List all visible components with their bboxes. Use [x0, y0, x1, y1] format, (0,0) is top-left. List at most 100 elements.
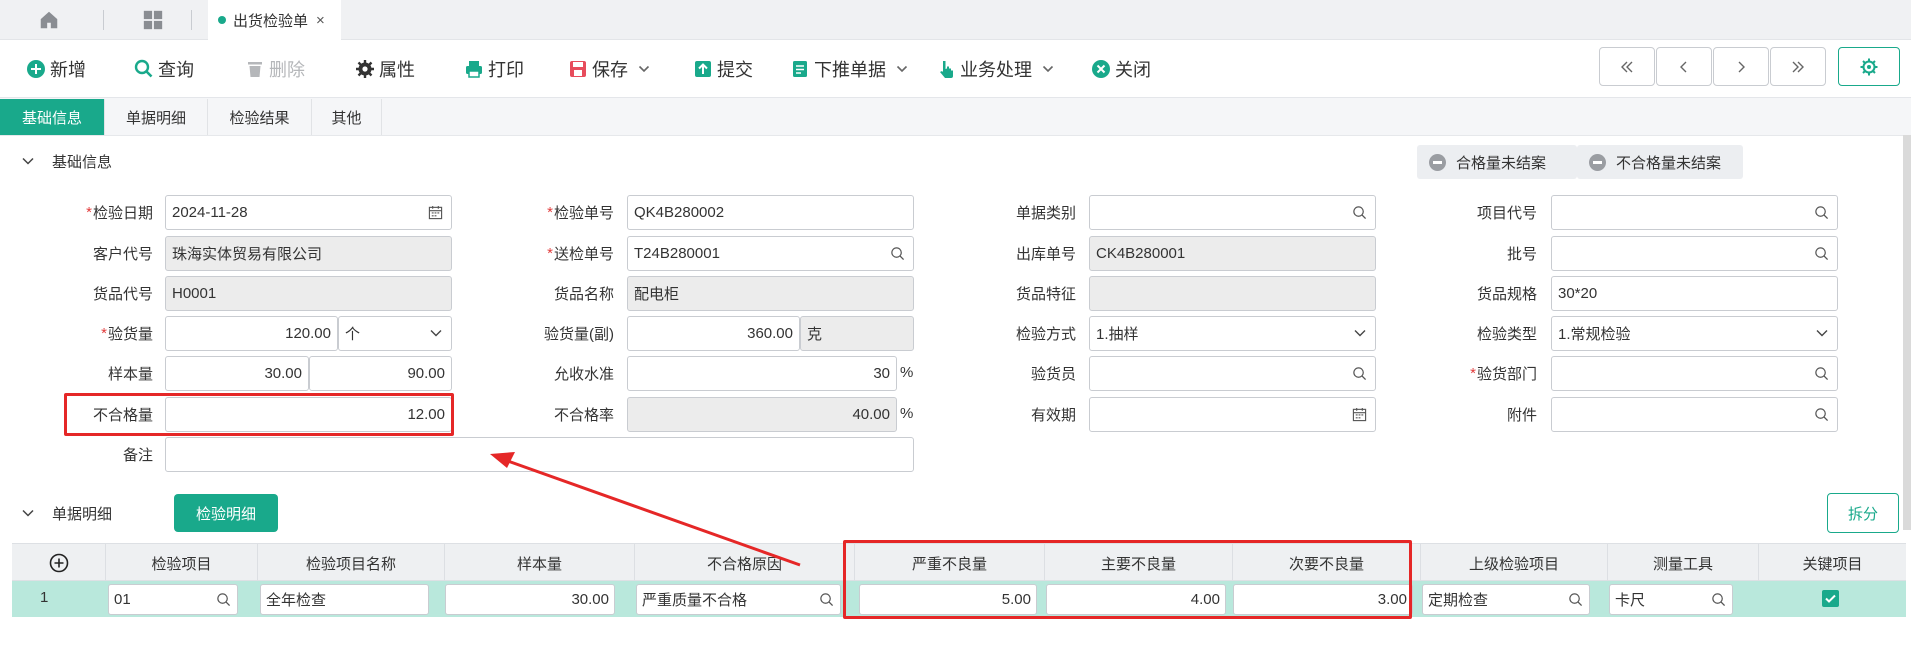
row-sample-cell[interactable]: 30.00 — [445, 584, 615, 615]
print-button[interactable]: 打印 — [464, 56, 524, 82]
submit-button[interactable]: 提交 — [693, 56, 753, 82]
defect-rate-field[interactable]: 40.00 — [627, 397, 897, 432]
push-down-button[interactable]: 下推单据 — [790, 56, 912, 82]
batch-field[interactable] — [1551, 236, 1838, 271]
col-parent-item[interactable]: 上级检验项目 — [1421, 544, 1608, 582]
sample-field-2[interactable]: 90.00 — [309, 356, 452, 391]
row-item-cell[interactable]: 01 — [108, 584, 238, 615]
row-name-cell[interactable]: 全年检查 — [260, 584, 429, 615]
col-sample[interactable]: 样本量 — [445, 544, 635, 582]
tab-divider — [191, 10, 192, 30]
last-record-button[interactable] — [1770, 47, 1826, 86]
fail-unclosed-tag[interactable]: 不合格量未结案 — [1577, 145, 1743, 179]
close-tab-icon[interactable]: × — [316, 12, 325, 29]
search-icon[interactable] — [216, 592, 231, 611]
settings-button[interactable] — [1838, 47, 1900, 86]
qty-field[interactable]: 120.00 — [165, 316, 338, 351]
search-icon[interactable] — [1568, 592, 1583, 611]
search-icon[interactable] — [1814, 407, 1829, 426]
search-icon[interactable] — [1814, 366, 1829, 385]
tab-inspection-result[interactable]: 检验结果 — [208, 99, 312, 135]
col-defect-reason[interactable]: 不合格原因 — [635, 544, 855, 582]
attachment-field[interactable] — [1551, 397, 1838, 432]
tab-other[interactable]: 其他 — [312, 99, 382, 135]
search-icon[interactable] — [1814, 205, 1829, 224]
home-icon[interactable] — [38, 9, 60, 35]
customer-label: 客户代号 — [92, 246, 153, 263]
check-icon — [1825, 594, 1836, 603]
search-icon[interactable] — [1814, 246, 1829, 265]
goods-spec-field[interactable]: 30*20 — [1551, 276, 1838, 311]
outbound-no-field[interactable]: CK4B280001 — [1089, 236, 1376, 271]
first-record-button[interactable] — [1599, 47, 1655, 86]
row-reason-cell[interactable]: 严重质量不合格 — [636, 584, 841, 615]
delete-button[interactable]: 删除 — [245, 56, 305, 82]
minus-circle-icon — [1429, 153, 1446, 171]
goods-feature-field[interactable] — [1089, 276, 1376, 311]
next-record-button[interactable] — [1713, 47, 1769, 86]
properties-button[interactable]: 属性 — [355, 56, 415, 82]
apps-grid-icon[interactable] — [142, 9, 164, 35]
search-icon[interactable] — [1352, 205, 1367, 224]
col-measure-tool[interactable]: 测量工具 — [1608, 544, 1759, 582]
inspector-field[interactable] — [1089, 356, 1376, 391]
business-process-button[interactable]: 业务处理 — [936, 56, 1058, 82]
customer-field[interactable]: 珠海实体贸易有限公司 — [165, 236, 452, 271]
previous-record-button[interactable] — [1656, 47, 1712, 86]
close-button[interactable]: 关闭 — [1091, 56, 1151, 82]
doc-type-field[interactable] — [1089, 195, 1376, 230]
doc-type-label: 单据类别 — [1015, 205, 1076, 222]
query-button[interactable]: 查询 — [134, 56, 194, 82]
accept-level-field[interactable]: 30 — [627, 356, 897, 391]
method-select[interactable]: 1.抽样 — [1089, 316, 1376, 351]
tab-shipment-inspection[interactable]: 出货检验单 × — [208, 0, 341, 40]
goods-name-field[interactable]: 配电柜 — [627, 276, 914, 311]
row-tool-cell[interactable]: 卡尺 — [1609, 584, 1733, 615]
chevron-down-icon[interactable] — [21, 506, 35, 520]
chevron-down-icon[interactable] — [429, 326, 443, 344]
plus-circle-icon — [27, 60, 45, 78]
chevron-down-icon[interactable] — [1353, 326, 1367, 344]
type-label: 检验类型 — [1476, 326, 1537, 343]
validity-field[interactable] — [1089, 397, 1376, 432]
remark-field[interactable] — [165, 437, 914, 472]
inspect-no-field[interactable]: QK4B280002 — [627, 195, 914, 230]
search-icon[interactable] — [1711, 592, 1726, 611]
add-row-button[interactable] — [12, 544, 106, 582]
trash-icon — [248, 62, 262, 77]
search-icon[interactable] — [890, 246, 905, 265]
printer-icon — [466, 61, 482, 78]
search-icon — [134, 59, 153, 78]
col-inspect-item[interactable]: 检验项目 — [106, 544, 258, 582]
chevron-down-icon[interactable] — [21, 154, 35, 168]
save-button[interactable]: 保存 — [568, 56, 654, 82]
type-select[interactable]: 1.常规检验 — [1551, 316, 1838, 351]
search-icon[interactable] — [819, 592, 834, 611]
split-button[interactable]: 拆分 — [1827, 493, 1899, 533]
dept-field[interactable] — [1551, 356, 1838, 391]
key-item-checkbox[interactable] — [1822, 590, 1839, 607]
sample-field-1[interactable]: 30.00 — [165, 356, 309, 391]
calendar-icon[interactable] — [428, 205, 443, 224]
tab-basic-info[interactable]: 基础信息 — [0, 99, 105, 135]
calendar-icon[interactable] — [1352, 407, 1367, 426]
inspect-date-field[interactable]: 2024-11-28 — [165, 195, 452, 230]
col-key-item[interactable]: 关键项目 — [1759, 544, 1906, 582]
row-parent-cell[interactable]: 定期检查 — [1422, 584, 1590, 615]
pass-unclosed-tag[interactable]: 合格量未结案 — [1417, 145, 1577, 179]
remark-label: 备注 — [122, 447, 153, 464]
qty2-field[interactable]: 360.00 — [627, 316, 800, 351]
new-button[interactable]: 新增 — [26, 56, 86, 82]
inspection-detail-button[interactable]: 检验明细 — [174, 494, 278, 532]
send-no-field[interactable]: T24B280001 — [627, 236, 914, 271]
tab-doc-details[interactable]: 单据明细 — [105, 99, 208, 135]
qty-unit-select[interactable]: 个 — [338, 316, 452, 351]
vertical-scrollbar[interactable] — [1903, 135, 1911, 530]
chevron-down-icon — [638, 65, 650, 73]
project-code-field[interactable] — [1551, 195, 1838, 230]
search-icon[interactable] — [1352, 366, 1367, 385]
goods-code-field[interactable]: H0001 — [165, 276, 452, 311]
chevron-down-icon[interactable] — [1815, 326, 1829, 344]
qty2-unit-field[interactable]: 克 — [800, 316, 914, 351]
col-inspect-item-name[interactable]: 检验项目名称 — [258, 544, 445, 582]
